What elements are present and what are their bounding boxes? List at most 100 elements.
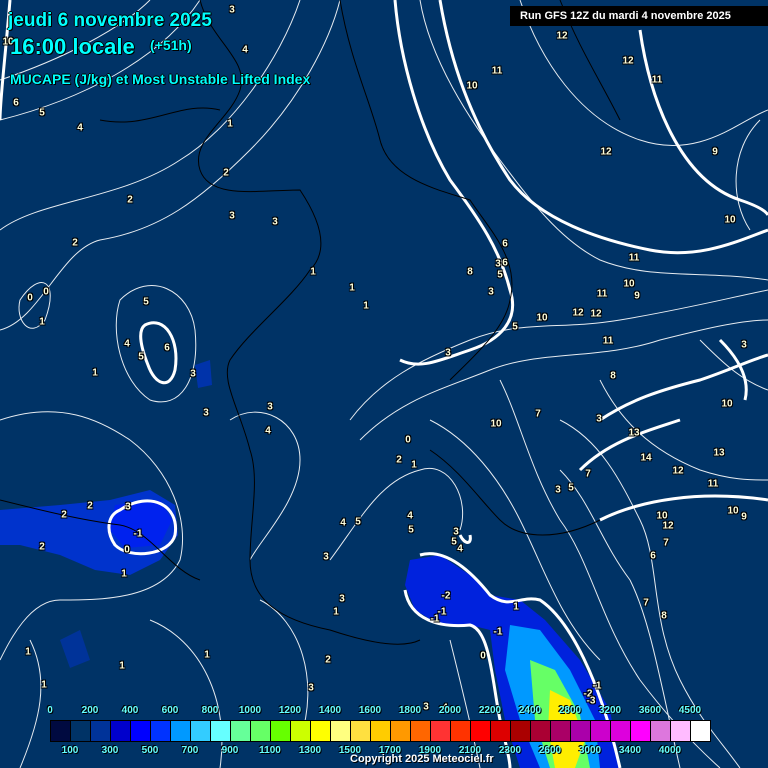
legend-tick-top: 2000 xyxy=(438,705,462,716)
contour-label: 7 xyxy=(663,537,669,549)
legend-swatch xyxy=(551,721,571,741)
contour-label: 9 xyxy=(741,511,747,523)
parameter-title: MUCAPE (J/kg) et Most Unstable Lifted In… xyxy=(10,71,311,87)
legend-tick-top: 800 xyxy=(201,705,219,716)
legend-swatch xyxy=(211,721,231,741)
contour-label: 10 xyxy=(536,312,548,324)
contour-label: 1 xyxy=(411,459,417,471)
forecast-date: jeudi 6 novembre 2025 xyxy=(8,10,212,31)
contour-label: 7 xyxy=(535,408,541,420)
legend-swatch xyxy=(691,721,710,741)
legend-swatch xyxy=(91,721,111,741)
contour-label: 2 xyxy=(223,167,229,179)
contour-label: 3 xyxy=(596,413,602,425)
legend-tick-bottom: 900 xyxy=(221,745,239,756)
legend-tick-top: 2400 xyxy=(518,705,542,716)
contour-label: 14 xyxy=(640,452,652,464)
contour-label: 11 xyxy=(707,478,719,490)
legend-swatch xyxy=(451,721,471,741)
contour-label: 4 xyxy=(77,122,83,134)
contour-label: 1 xyxy=(349,282,355,294)
contour-label: 11 xyxy=(602,335,614,347)
forecast-time: 16:00 locale xyxy=(10,34,135,59)
contour-label: 10 xyxy=(490,418,502,430)
contour-label: 3 xyxy=(308,682,314,694)
contour-label: 2 xyxy=(127,194,133,206)
contour-label: 0 xyxy=(27,292,33,304)
legend-tick-top: 200 xyxy=(81,705,99,716)
contour-label: 2 xyxy=(396,454,402,466)
legend-swatch xyxy=(511,721,531,741)
legend-swatch xyxy=(331,721,351,741)
legend-tick-bottom: 300 xyxy=(101,745,119,756)
contour-label: 3 xyxy=(267,401,273,413)
contour-label: -3 xyxy=(586,695,596,707)
legend-tick-top: 4500 xyxy=(678,705,702,716)
contour-label: 10 xyxy=(727,505,739,517)
contour-label: 2 xyxy=(72,237,78,249)
contour-label: 1 xyxy=(92,367,98,379)
contour-label: 0 xyxy=(480,650,486,662)
contour-label: 6 xyxy=(164,342,170,354)
contour-label: 1 xyxy=(310,266,316,278)
contour-label: 2 xyxy=(39,541,45,553)
legend-swatch xyxy=(131,721,151,741)
contour-label: 5 xyxy=(143,296,149,308)
legend-swatch xyxy=(351,721,371,741)
model-run-info: Run GFS 12Z du mardi 4 novembre 2025 xyxy=(510,6,768,26)
contour-label: 0 xyxy=(43,286,49,298)
contour-label: 6 xyxy=(502,238,508,250)
legend-swatch xyxy=(471,721,491,741)
contour-label: -1 xyxy=(592,680,602,692)
legend-tick-bottom: 500 xyxy=(141,745,159,756)
contour-label: 3 xyxy=(323,551,329,563)
contour-label: 1 xyxy=(25,646,31,658)
contour-label: 5 xyxy=(355,516,361,528)
legend-tick-top: 1200 xyxy=(278,705,302,716)
legend-swatch xyxy=(631,721,651,741)
contour-label: 2 xyxy=(325,654,331,666)
contour-label: 12 xyxy=(572,307,584,319)
legend-swatch xyxy=(311,721,331,741)
legend-tick-bottom: 3400 xyxy=(618,745,642,756)
contour-label: 4 xyxy=(457,543,463,555)
legend-swatch xyxy=(591,721,611,741)
legend-tick-top: 2200 xyxy=(478,705,502,716)
contour-label: 3 xyxy=(488,286,494,298)
legend-tick-bottom: 2600 xyxy=(538,745,562,756)
contour-label: 12 xyxy=(590,308,602,320)
legend-swatch xyxy=(51,721,71,741)
contour-label: 4 xyxy=(265,425,271,437)
legend-swatch xyxy=(411,721,431,741)
contour-label: 6 xyxy=(13,97,19,109)
legend-swatch xyxy=(491,721,511,741)
color-scale-legend xyxy=(50,720,711,742)
contour-label: 13 xyxy=(713,447,725,459)
legend-tick-bottom: 2300 xyxy=(498,745,522,756)
contour-label: 1 xyxy=(121,568,127,580)
contour-label: 11 xyxy=(628,252,640,264)
contour-label: 9 xyxy=(712,146,718,158)
contour-label: 3 xyxy=(741,339,747,351)
contour-label: 7 xyxy=(585,468,591,480)
contour-label: 3 xyxy=(125,501,131,513)
legend-tick-bottom: 1300 xyxy=(298,745,322,756)
contour-label: 6 xyxy=(650,550,656,562)
legend-swatch xyxy=(271,721,291,741)
contour-label: 3 xyxy=(229,4,235,16)
legend-tick-bottom: 4000 xyxy=(658,745,682,756)
legend-swatch xyxy=(651,721,671,741)
contour-label: 6 xyxy=(502,257,508,269)
legend-tick-bottom: 700 xyxy=(181,745,199,756)
legend-tick-bottom: 100 xyxy=(61,745,79,756)
legend-swatch xyxy=(231,721,251,741)
legend-swatch xyxy=(531,721,551,741)
legend-swatch xyxy=(611,721,631,741)
legend-swatch xyxy=(71,721,91,741)
contour-label: 12 xyxy=(662,520,674,532)
legend-swatch xyxy=(571,721,591,741)
contour-label: -1 xyxy=(430,613,440,625)
contour-label: 1 xyxy=(333,606,339,618)
contour-label: 3 xyxy=(203,407,209,419)
contour-label: 2 xyxy=(61,509,67,521)
